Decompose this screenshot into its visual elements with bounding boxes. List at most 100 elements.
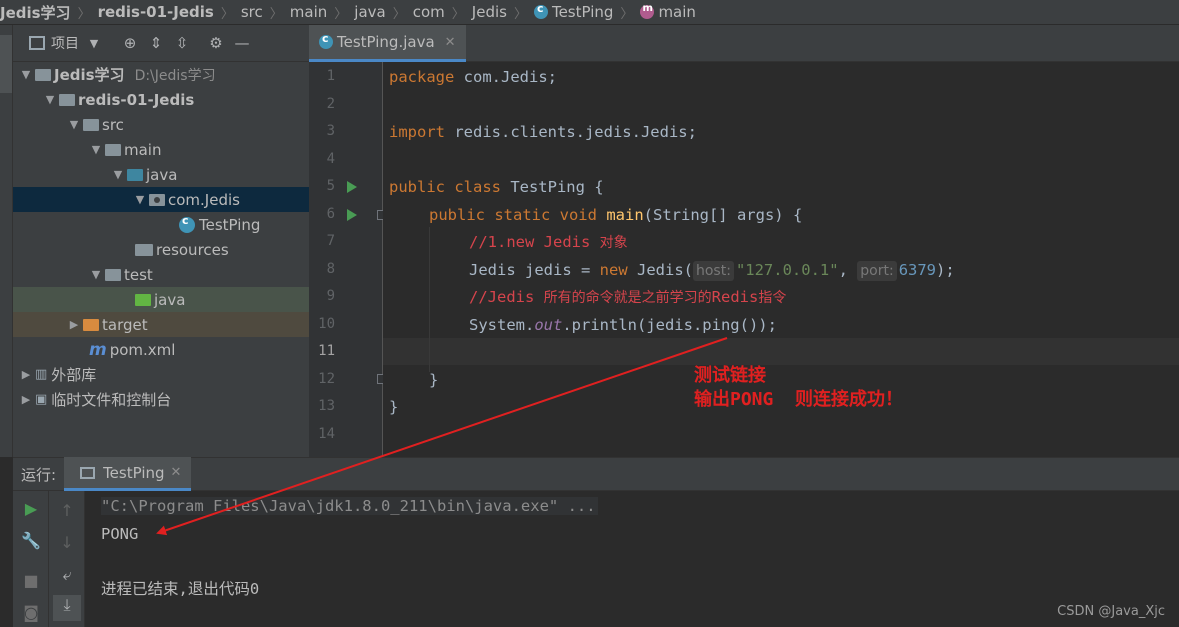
tree-item-module[interactable]: ▼ redis-01-Jedis — [13, 87, 309, 112]
breadcrumb-item-com[interactable]: com — [413, 3, 445, 21]
chevron-right-icon[interactable]: ▶ — [17, 368, 35, 381]
camera-icon[interactable]: ◙ — [13, 603, 49, 622]
param-hint-host: host: — [692, 261, 734, 281]
tree-item-src[interactable]: ▼ src — [13, 112, 309, 137]
breadcrumb: Jedis学习 〉 redis-01-Jedis 〉 src 〉 main 〉 … — [0, 0, 1179, 25]
line-number: 3 — [326, 123, 335, 139]
code-line-7: //1.new Jedis 对象 — [469, 233, 628, 251]
rerun-icon[interactable]: ▶ — [13, 499, 49, 518]
arrow-down-icon[interactable]: ↓ — [49, 533, 85, 552]
run-tab-label: TestPing — [103, 463, 165, 482]
soft-wrap-icon[interactable]: ⤶ — [49, 565, 85, 585]
run-tab-testping[interactable]: TestPing ✕ — [64, 457, 192, 491]
collapse-all-icon[interactable]: ⇳ — [169, 34, 195, 52]
minimize-icon[interactable]: — — [229, 34, 255, 52]
chevron-down-icon[interactable]: ▼ — [79, 37, 109, 50]
line-number: 6 — [326, 206, 335, 222]
tree-item-resources[interactable]: resources — [13, 237, 309, 262]
code-line-3: import redis.clients.jedis.Jedis; — [389, 123, 697, 141]
gear-icon[interactable]: ⚙ — [203, 34, 229, 52]
editor-tab-testping[interactable]: TestPing.java ✕ — [309, 25, 466, 62]
tree-item-external-libs[interactable]: ▶ ▥ 外部库 — [13, 362, 309, 387]
chevron-right-icon: 〉 — [513, 6, 527, 22]
wrench-icon[interactable]: 🔧 — [13, 531, 49, 550]
breadcrumb-item-method[interactable]: main — [640, 3, 696, 21]
breadcrumb-item-java[interactable]: java — [354, 3, 385, 21]
line-number: 1 — [326, 68, 335, 84]
breadcrumb-item-module[interactable]: redis-01-Jedis — [98, 3, 214, 21]
line-number: 4 — [326, 151, 335, 167]
tree-label: 外部库 — [51, 366, 97, 384]
arrow-up-icon[interactable]: ↑ — [49, 501, 85, 520]
tree-item-test[interactable]: ▼ test — [13, 262, 309, 287]
breadcrumb-item-class[interactable]: TestPing — [533, 2, 614, 21]
locate-icon[interactable]: ⊕ — [117, 34, 143, 52]
tree-label: java — [146, 165, 178, 184]
project-panel-header: 项目 ▼ ⊕ ⇕ ⇳ ⚙ — — [13, 25, 309, 62]
tree-item-java[interactable]: ▼ java — [13, 162, 309, 187]
code-line-6: public static void main(String[] args) { — [429, 206, 803, 224]
run-console[interactable]: "C:\Program Files\Java\jdk1.8.0_211\bin\… — [85, 491, 1179, 627]
breadcrumb-item-main[interactable]: main — [290, 3, 327, 21]
chevron-down-icon[interactable]: ▼ — [41, 93, 59, 106]
stop-icon[interactable]: ■ — [13, 571, 49, 590]
chevron-right-icon[interactable]: ▶ — [17, 393, 35, 406]
chevron-right-icon: 〉 — [392, 6, 406, 22]
line-number: 12 — [318, 371, 335, 387]
run-gutter-icon[interactable] — [347, 181, 357, 193]
line-number: 2 — [326, 96, 335, 112]
tree-item-root[interactable]: ▼ Jedis学习 D:\Jedis学习 — [13, 62, 309, 87]
chevron-down-icon[interactable]: ▼ — [17, 68, 35, 81]
chevron-down-icon[interactable]: ▼ — [109, 168, 127, 181]
tree-item-main[interactable]: ▼ main — [13, 137, 309, 162]
breadcrumb-item-project[interactable]: Jedis学习 — [0, 2, 71, 23]
run-panel-header: 运行: TestPing ✕ — [13, 457, 1179, 491]
run-gutter-icon[interactable] — [347, 209, 357, 221]
watermark: CSDN @Java_Xjc — [1057, 604, 1165, 619]
breadcrumb-item-jedis[interactable]: Jedis — [472, 3, 507, 21]
chevron-down-icon[interactable]: ▼ — [87, 268, 105, 281]
editor-tab-label: TestPing.java — [337, 33, 435, 51]
code-line-8: Jedis jedis = new Jedis(host: "127.0.0.1"… — [469, 261, 955, 281]
line-number: 9 — [326, 288, 335, 304]
tree-label: target — [102, 315, 148, 334]
folder-icon — [105, 143, 121, 156]
source-folder-icon — [127, 168, 143, 181]
project-view-icon — [29, 36, 45, 50]
breadcrumb-class-label: TestPing — [551, 3, 614, 21]
chevron-right-icon: 〉 — [334, 6, 348, 22]
chevron-down-icon[interactable]: ▼ — [65, 118, 83, 131]
code-line-10: System.out.println(jedis.ping()); — [469, 316, 777, 334]
breadcrumb-method-label: main — [658, 3, 696, 21]
tree-item-package[interactable]: ▼ com.Jedis — [13, 187, 309, 212]
close-icon[interactable]: ✕ — [445, 35, 456, 50]
tree-item-class[interactable]: TestPing — [13, 212, 309, 237]
run-panel-label: 运行: — [21, 465, 57, 484]
close-icon[interactable]: ✕ — [171, 465, 182, 480]
tree-label: TestPing — [199, 215, 261, 234]
resources-folder-icon — [135, 243, 153, 256]
project-tool-tab[interactable] — [0, 35, 12, 93]
tree-item-scratches[interactable]: ▶ ▣ 临时文件和控制台 — [13, 387, 309, 412]
tree-label: Jedis学习 — [54, 66, 125, 84]
breadcrumb-item-src[interactable]: src — [241, 3, 263, 21]
chevron-right-icon: 〉 — [220, 6, 234, 22]
chevron-right-icon[interactable]: ▶ — [65, 318, 83, 331]
scratches-icon: ▣ — [35, 392, 48, 407]
console-command-line: "C:\Program Files\Java\jdk1.8.0_211\bin\… — [101, 497, 598, 515]
chevron-down-icon[interactable]: ▼ — [131, 193, 149, 206]
expand-all-icon[interactable]: ⇕ — [143, 34, 169, 52]
project-folder-icon — [35, 68, 51, 81]
scroll-to-end-icon[interactable]: ⤓ — [53, 595, 81, 621]
project-tree: ▼ Jedis学习 D:\Jedis学习 ▼ redis-01-Jedis ▼ … — [13, 62, 309, 412]
run-toolbar-secondary: ↑ ↓ ⤶ ⤓ — [49, 491, 85, 627]
tree-item-pom[interactable]: m pom.xml — [13, 337, 309, 362]
line-number: 7 — [326, 233, 335, 249]
run-toolbar: ▶ 🔧 ■ ◙ — [13, 491, 49, 627]
tree-item-test-java[interactable]: java — [13, 287, 309, 312]
chevron-right-icon: 〉 — [77, 6, 91, 22]
chevron-down-icon[interactable]: ▼ — [87, 143, 105, 156]
tree-item-target[interactable]: ▶ target — [13, 312, 309, 337]
line-number: 8 — [326, 261, 335, 277]
project-panel-title[interactable]: 项目 — [51, 33, 79, 53]
